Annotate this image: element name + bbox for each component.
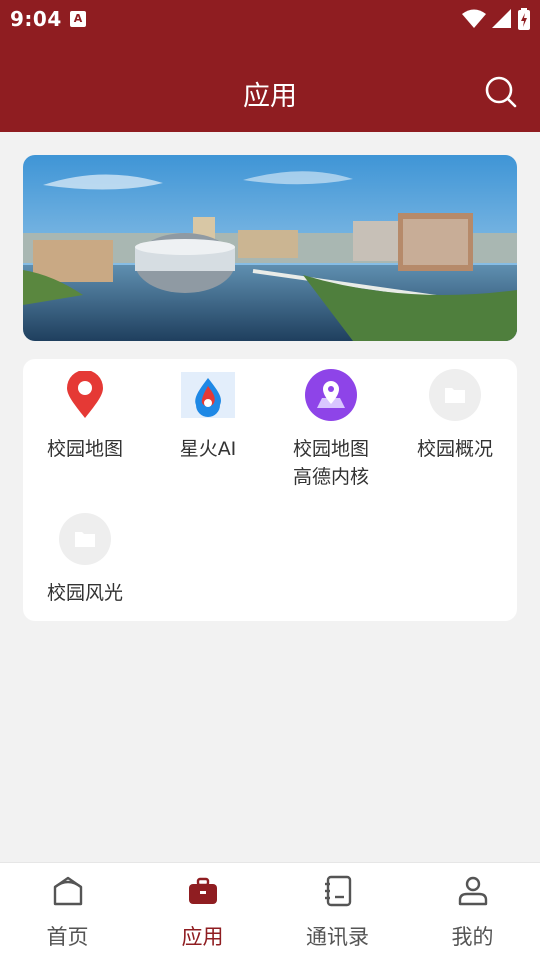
campus-banner[interactable] xyxy=(23,155,517,341)
app-header: 9:04 A 应用 xyxy=(0,0,540,132)
page-title: 应用 xyxy=(243,81,297,112)
search-icon[interactable] xyxy=(484,75,518,109)
spark-ai-icon xyxy=(180,367,236,423)
app-label: 校园地图 xyxy=(292,438,369,460)
status-bar: 9:04 A xyxy=(0,0,540,36)
app-label: 校园地图 xyxy=(46,438,123,460)
tab-label: 我的 xyxy=(451,925,494,949)
app-spark-ai[interactable]: 星火AI xyxy=(146,367,270,463)
apps-grid: 校园地图 星火AI 校园地图 高德内核 校园概况 校园风光 xyxy=(23,359,517,621)
campus-photo xyxy=(23,155,517,341)
map-pin-icon xyxy=(57,367,113,423)
notification-icon: A xyxy=(70,11,86,27)
tab-contacts[interactable]: 通讯录 xyxy=(270,863,405,960)
app-campus-scenery[interactable]: 校园风光 xyxy=(23,511,147,607)
home-icon xyxy=(53,876,82,906)
folder-icon xyxy=(427,367,483,423)
app-label: 星火AI xyxy=(179,438,237,460)
status-time: 9:04 xyxy=(10,7,62,31)
map-purple-icon xyxy=(303,367,359,423)
app-campus-overview[interactable]: 校园概况 xyxy=(393,367,517,463)
user-icon xyxy=(458,876,487,906)
tab-profile[interactable]: 我的 xyxy=(405,863,540,960)
folder-icon xyxy=(57,511,113,567)
briefcase-icon xyxy=(188,877,217,904)
app-campus-map-amap[interactable]: 校园地图 高德内核 xyxy=(269,367,393,491)
battery-icon xyxy=(518,8,530,30)
system-icons xyxy=(462,8,530,30)
app-label: 校园风光 xyxy=(46,582,123,604)
wifi-icon xyxy=(462,9,486,28)
contacts-icon xyxy=(324,875,351,907)
tab-label: 首页 xyxy=(46,925,89,949)
bottom-tab-bar: 首页 应用 通讯录 我的 xyxy=(0,862,540,960)
tab-label: 应用 xyxy=(181,925,224,949)
tab-apps[interactable]: 应用 xyxy=(135,863,270,960)
app-label: 校园概况 xyxy=(416,438,493,460)
app-label-secondary: 高德内核 xyxy=(292,466,369,488)
app-campus-map[interactable]: 校园地图 xyxy=(23,367,147,463)
tab-home[interactable]: 首页 xyxy=(0,863,135,960)
tab-label: 通讯录 xyxy=(306,925,369,949)
signal-icon xyxy=(492,9,511,28)
